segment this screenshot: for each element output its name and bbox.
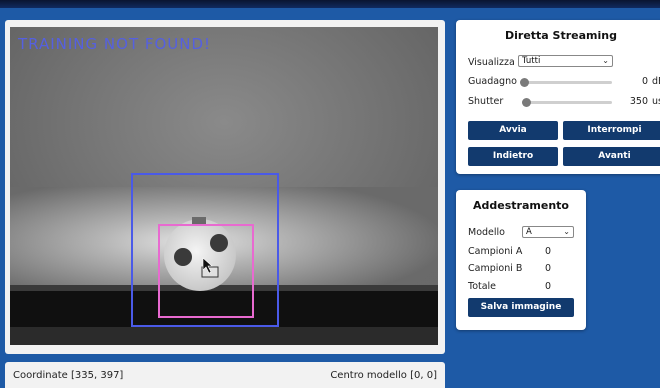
samples-b-label: Campioni B (468, 263, 523, 274)
streaming-panel: Diretta Streaming Visualizza Tutti ⌄ Gua… (456, 20, 660, 174)
shutter-slider-thumb[interactable] (522, 98, 531, 107)
camera-view[interactable]: TRAINING NOT FOUND! (10, 27, 438, 345)
gain-unit: dB (652, 76, 660, 87)
stop-button[interactable]: Interrompi (563, 121, 660, 140)
model-center-readout: Centro modello [0, 0] (330, 370, 437, 381)
samples-a-label: Campioni A (468, 246, 523, 257)
belt-edge (10, 285, 438, 291)
gain-slider-thumb[interactable] (520, 78, 529, 87)
samples-b-value: 0 (545, 263, 552, 274)
model-select[interactable]: A ⌄ (522, 226, 574, 238)
training-status-overlay: TRAINING NOT FOUND! (17, 35, 211, 53)
gain-slider[interactable] (522, 81, 612, 84)
shutter-value: 350 (629, 96, 648, 107)
training-panel-title: Addestramento (473, 199, 569, 212)
coordinates-readout: Coordinate [335, 397] (13, 370, 124, 381)
shutter-label: Shutter (468, 96, 504, 107)
status-bar: Coordinate [335, 397] Centro modello [0,… (5, 362, 445, 388)
shutter-slider[interactable] (522, 101, 612, 104)
model-label: Modello (468, 227, 505, 238)
streaming-panel-title: Diretta Streaming (505, 29, 617, 42)
forward-button[interactable]: Avanti (563, 147, 660, 166)
view-select[interactable]: Tutti ⌄ (518, 55, 613, 67)
training-panel: Addestramento Modello A ⌄ Campioni A 0 C… (456, 190, 586, 330)
chevron-down-icon: ⌄ (602, 56, 609, 65)
view-select-value: Tutti (522, 56, 541, 66)
gain-label: Guadagno (468, 76, 517, 87)
save-image-button[interactable]: Salva immagine (468, 298, 574, 317)
total-value: 0 (545, 281, 552, 292)
samples-a-value: 0 (545, 246, 552, 257)
gain-value: 0 (641, 76, 648, 87)
model-select-value: A (526, 227, 532, 237)
start-button[interactable]: Avvia (468, 121, 558, 140)
total-label: Totale (468, 281, 497, 292)
belt-shadow (10, 327, 438, 345)
shutter-unit: us (652, 96, 660, 107)
back-button[interactable]: Indietro (468, 147, 558, 166)
view-label: Visualizza (468, 57, 515, 68)
chevron-down-icon: ⌄ (563, 227, 570, 236)
